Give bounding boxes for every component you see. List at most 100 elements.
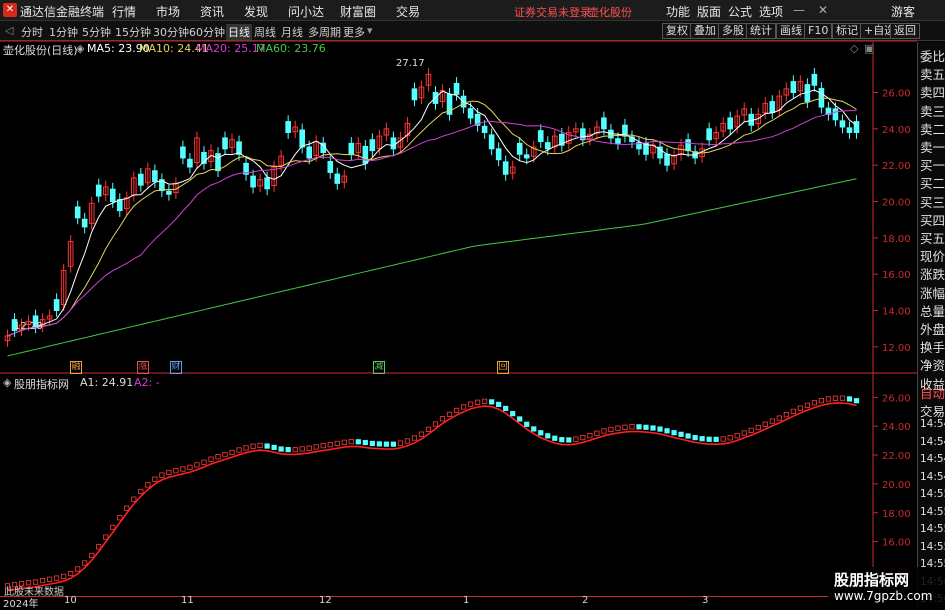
indicator-marker	[552, 435, 558, 441]
side-label-12: 涨跌	[920, 267, 945, 283]
event-margin[interactable]: 融	[70, 361, 82, 374]
side-label-9: 买四	[920, 212, 945, 228]
indicator-marker	[657, 426, 663, 432]
candle-body	[222, 137, 228, 150]
indicator-marker	[804, 402, 810, 408]
candle-body	[523, 154, 530, 159]
indicator-marker	[524, 421, 530, 427]
candle-body	[481, 125, 488, 133]
indicator-a1: A1: 24.91	[80, 376, 134, 389]
candle-body	[166, 190, 172, 195]
indicator-marker	[313, 444, 319, 450]
indicator-marker	[376, 441, 382, 447]
side-lower-2: 14:54	[920, 418, 945, 430]
indicator-marker	[292, 446, 298, 453]
indicator-marker	[496, 401, 502, 408]
candle-body	[537, 130, 544, 143]
collapse-icon[interactable]: ▣	[864, 42, 874, 55]
indicator-marker	[320, 443, 326, 449]
indicator-marker	[797, 405, 803, 411]
indicator-marker	[839, 395, 846, 401]
indicator-marker	[776, 415, 782, 421]
indicator-marker	[166, 469, 172, 476]
indicator-marker	[187, 464, 193, 470]
side-label-16: 换手	[920, 340, 945, 356]
date-oct: 10	[64, 595, 77, 606]
indicator-marker	[503, 405, 509, 412]
candle-body	[390, 137, 397, 150]
side-label-0: 委比	[920, 49, 945, 64]
indicator-marker	[783, 412, 789, 418]
candle-body	[790, 81, 797, 94]
candle-body	[516, 142, 523, 155]
watermark: 股朋指标网 www.7gpzb.com	[828, 567, 945, 609]
side-label-1: 卖五	[920, 67, 945, 83]
indicator-marker	[82, 560, 88, 566]
chart-canvas[interactable]: 26.00 24.00 22.00 20.00 18.00 16.00 14.00 12.00…	[0, 0, 917, 609]
indicator-marker	[201, 459, 207, 465]
candle-body	[369, 139, 376, 152]
indicator-marker	[215, 454, 221, 460]
indicator-marker	[397, 440, 404, 446]
indicator-marker	[566, 437, 572, 443]
side-label-13: 涨幅	[920, 285, 945, 301]
candle-body	[544, 142, 551, 150]
side-label-4: 卖二	[920, 121, 945, 137]
side-lower-6: 14:55	[920, 488, 945, 500]
indicator-marker	[573, 436, 579, 442]
indicator-marker	[250, 443, 256, 449]
side-lower-4: 14:54	[920, 453, 945, 465]
candle-body	[53, 299, 60, 312]
indicator-marker	[327, 442, 333, 448]
indicator-marker	[832, 395, 839, 401]
candle-body	[138, 173, 144, 186]
indicator-marker	[475, 399, 481, 405]
indicator-marker	[636, 424, 642, 430]
candle-body	[215, 153, 221, 172]
candle-body	[727, 117, 733, 130]
indicator-series	[4, 395, 860, 592]
indicator-marker	[208, 456, 214, 462]
indicator-marker	[453, 407, 460, 414]
indicator-marker	[432, 421, 439, 427]
indicator-marker	[271, 444, 277, 451]
indicator-marker	[587, 433, 593, 439]
main-tick-label: 18.00	[882, 234, 911, 245]
ind-tick-label: 18.00	[882, 509, 911, 520]
candle-body	[285, 121, 291, 133]
side-label-3: 卖三	[920, 103, 945, 119]
indicator-marker	[713, 436, 719, 442]
indicator-marker	[229, 449, 235, 456]
price-axis: 26.00 24.00 22.00 20.00 18.00 16.00 14.00 12.00…	[873, 89, 911, 577]
indicator-marker	[369, 440, 375, 447]
indicator-marker	[594, 430, 600, 436]
side-label-8: 买三	[920, 194, 945, 210]
candle-body	[615, 138, 621, 144]
indicator-marker	[89, 552, 95, 559]
indicator-marker	[643, 424, 649, 430]
indicator-marker	[61, 573, 67, 580]
indicator-settings-icon[interactable]: ◈	[3, 376, 11, 389]
event-limit-up[interactable]: 涨	[137, 361, 149, 374]
candle-body	[769, 101, 776, 113]
candle-body	[81, 218, 88, 228]
candle-body	[411, 88, 418, 101]
candle-body	[495, 148, 502, 161]
indicator-marker	[706, 436, 712, 442]
ind-tick-label: 26.00	[882, 393, 911, 404]
candle-body	[467, 108, 474, 119]
event-reduce[interactable]: 减	[373, 361, 385, 374]
diamond-icon[interactable]: ◇	[850, 42, 858, 55]
side-label-15: 外盘	[920, 322, 945, 337]
side-lower-3: 14:54	[920, 435, 945, 448]
side-label-14: 总量	[920, 303, 945, 319]
candle-body	[664, 153, 670, 166]
indicator-marker	[720, 436, 726, 442]
event-finance[interactable]: 财	[170, 361, 182, 374]
indicator-marker	[559, 437, 565, 443]
candle-body	[818, 88, 825, 108]
settings-dot-icon[interactable]: ◈	[76, 42, 84, 55]
ma20-line	[7, 110, 857, 337]
side-lower-8: 14:55	[920, 523, 945, 535]
event-buyback[interactable]: 回	[497, 361, 509, 374]
